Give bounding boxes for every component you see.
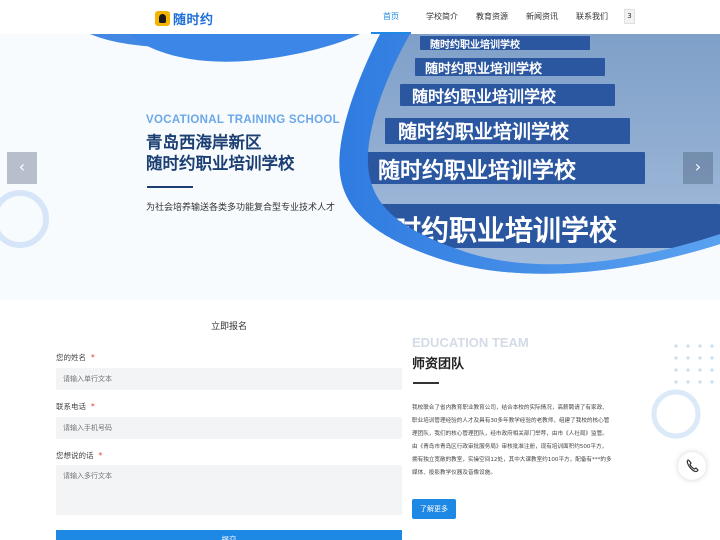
hero-english-label: VOCATIONAL TRAINING SCHOOL <box>146 114 340 126</box>
learn-more-button[interactable]: 了解更多 <box>412 499 456 519</box>
team-description-line: 拥有独立宽敞的教室，实操空间12处，其中大课教室约100平方，配备有***的多 <box>412 457 612 463</box>
ring-decoration <box>651 389 701 439</box>
team-divider <box>413 382 439 384</box>
team-description: 我校联合了省内教育职业教育公司，结合本校的实际情况，高薪聘请了有家政、 职业培训… <box>412 402 636 480</box>
team-english-label: EDUCATION TEAM <box>412 335 529 350</box>
hero-subtitle: 为社会培养输送各类多功能复合型专业技术人才 <box>146 203 336 213</box>
nav-item-school-intro[interactable]: 学校简介 <box>426 11 458 22</box>
nav-item-contact[interactable]: 联系我们 <box>576 11 608 22</box>
required-mark: * <box>91 402 95 411</box>
team-description-line: 我校联合了省内教育职业教育公司，结合本校的实际情况，高薪聘请了有家政、 <box>412 405 608 411</box>
message-textarea[interactable] <box>56 465 402 515</box>
team-title: 师资团队 <box>412 357 465 372</box>
hero-divider <box>147 186 193 188</box>
team-description-line: 媒体、投影教学仪器及音像设施。 <box>412 470 496 476</box>
dot-grid-decoration <box>674 344 714 384</box>
stair-text-1: 随时约职业培训学校 <box>430 38 521 51</box>
hero-title: 青岛西海岸新区 随时约职业培训学校 <box>146 132 295 174</box>
hero-title-line2: 随时约职业培训学校 <box>146 154 295 173</box>
required-mark: * <box>91 353 95 362</box>
team-description-line: 由《青岛市青岛区行政审批服务局》审核批准注册，现有培训面积约500平方， <box>412 444 608 450</box>
nav-more-button[interactable]: 3 <box>624 9 635 24</box>
chevron-left-icon: ‹ <box>18 157 26 176</box>
team-description-line: 职业培训管理经验的人才及具有30多年教学经验的老教师，组建了我校的核心管 <box>412 418 610 424</box>
phone-label: 联系电话 * <box>56 402 95 411</box>
phone-input[interactable] <box>56 417 402 439</box>
top-navigation: 随时约 首页 学校简介 教育资源 新闻资讯 联系我们 3 <box>0 0 720 34</box>
carousel-prev-button[interactable]: ‹ <box>7 152 37 184</box>
signup-form-title: 立即报名 <box>211 322 248 332</box>
hero-background: 随时约职业培训学校 随时约职业培训学校 随时约职业培训学校 随时约职业培训学校 … <box>0 34 720 300</box>
submit-button[interactable]: 提交 <box>56 530 402 540</box>
carousel-next-button[interactable]: › <box>683 152 713 184</box>
stair-text-5: 随时约职业培训学校 <box>378 158 577 184</box>
stair-text-2: 随时约职业培训学校 <box>425 61 543 77</box>
nav-item-news[interactable]: 新闻资讯 <box>526 11 558 22</box>
stair-text-3: 随时约职业培训学校 <box>412 87 557 106</box>
chevron-right-icon: › <box>694 157 702 176</box>
team-description-line: 理团队，我们的核心管理团队，经市政府相关部门举荐，由市《人社局》监管。 <box>412 431 608 437</box>
phone-icon <box>686 459 699 473</box>
nav-item-home[interactable]: 首页 <box>383 11 399 22</box>
name-input[interactable] <box>56 368 402 390</box>
floating-phone-button[interactable] <box>678 452 706 480</box>
hero-title-line1: 青岛西海岸新区 <box>146 133 262 152</box>
site-logo[interactable]: 随时约 <box>155 9 214 28</box>
logo-text: 随时约 <box>173 13 214 28</box>
required-mark: * <box>98 451 103 460</box>
message-label: 您想说的话 * <box>56 451 103 460</box>
name-label: 您的姓名 * <box>56 353 95 362</box>
nav-item-education-resources[interactable]: 教育资源 <box>476 11 508 22</box>
stair-text-4: 随时约职业培训学校 <box>398 120 570 143</box>
logo-icon <box>155 11 170 26</box>
hero-banner: 随时约职业培训学校 随时约职业培训学校 随时约职业培训学校 随时约职业培训学校 … <box>0 34 720 300</box>
